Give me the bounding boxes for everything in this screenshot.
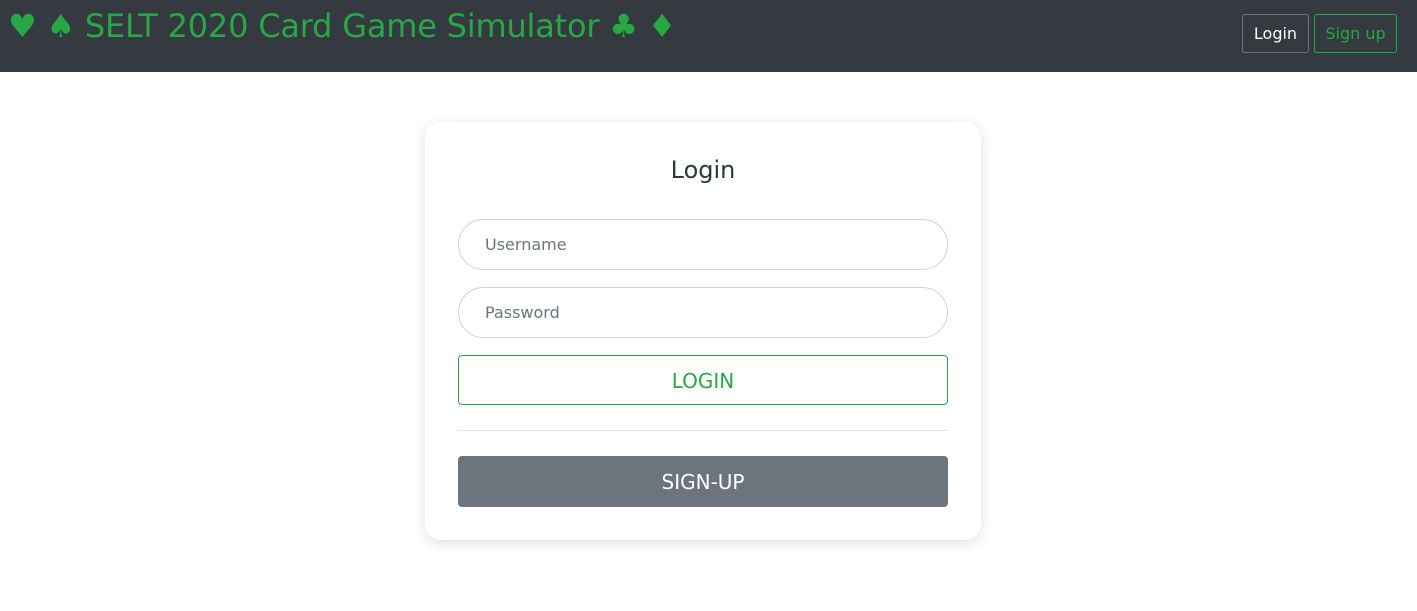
login-card-title: Login	[670, 156, 736, 184]
card-divider	[458, 430, 948, 431]
top-navbar: ♥ ♠ SELT 2020 Card Game Simulator ♣ ♦ Lo…	[0, 0, 1417, 72]
username-input[interactable]	[458, 219, 948, 270]
password-input[interactable]	[458, 287, 948, 338]
signup-button[interactable]: SIGN-UP	[458, 456, 948, 507]
nav-login-button[interactable]: Login	[1242, 14, 1309, 53]
login-card: Login LOGIN SIGN-UP	[425, 122, 981, 540]
brand-title[interactable]: ♥ ♠ SELT 2020 Card Game Simulator ♣ ♦	[8, 4, 676, 48]
nav-signup-button[interactable]: Sign up	[1314, 14, 1397, 53]
login-submit-button[interactable]: LOGIN	[458, 355, 948, 405]
